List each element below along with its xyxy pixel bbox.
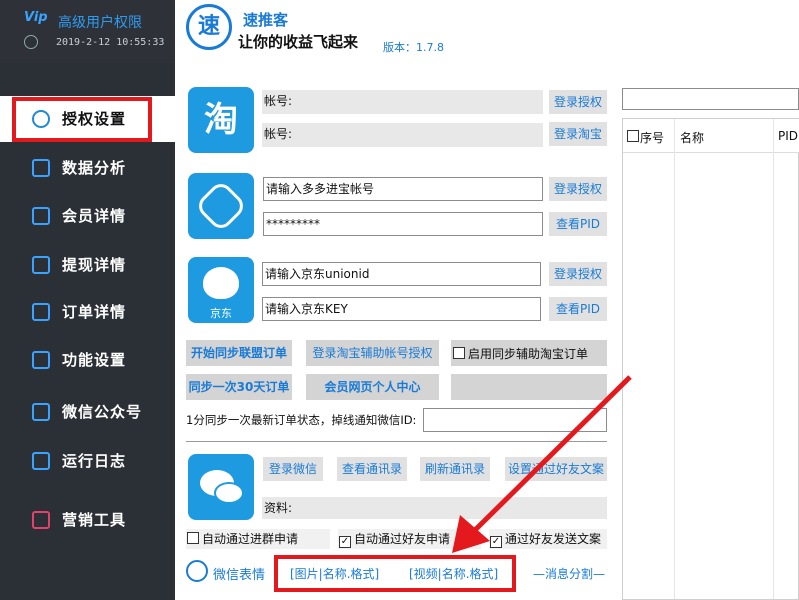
pdd-logo-icon	[188, 173, 254, 239]
wechat-tile	[186, 452, 256, 522]
clock-icon	[24, 35, 38, 49]
clipboard-icon	[32, 303, 50, 321]
vip-icon: Vip	[24, 10, 48, 25]
sidebar-item-label: 会员详情	[62, 207, 127, 225]
enable-aux-sync-checkbox[interactable]: 启用同步辅助淘宝订单	[451, 340, 607, 366]
checkbox-label: 启用同步辅助淘宝订单	[468, 347, 589, 361]
sidebar-item-label: 订单详情	[62, 303, 127, 321]
pdd-account-input[interactable]: 请输入多多进宝帐号	[263, 177, 543, 201]
login-aux-account-button[interactable]: 登录淘宝辅助帐号授权	[306, 340, 439, 366]
pdd-view-pid-button[interactable]: 查看PID	[549, 212, 607, 236]
sidebar-item-data-analysis[interactable]: 数据分析	[0, 145, 175, 191]
checkbox-label: 自动通过进群申请	[202, 532, 299, 546]
wechat-login-button[interactable]: 登录微信	[263, 457, 323, 481]
sidebar-item-label: 提现详情	[62, 256, 127, 274]
datetime: 2019-2-12 10:55:33	[56, 37, 165, 48]
chart-icon	[32, 159, 50, 177]
taobao-account-field: 帐号:	[262, 90, 543, 114]
sidebar-item-order-details[interactable]: 订单详情	[0, 289, 175, 335]
app-header: 速 速推客 让你的收益飞起来 版本：1.7.8	[175, 0, 799, 63]
select-all-checkbox[interactable]	[627, 130, 639, 142]
view-contacts-button[interactable]: 查看通讯录	[337, 457, 407, 481]
speaker-icon	[32, 452, 50, 470]
column-header[interactable]: PID	[778, 129, 798, 143]
smiley-icon	[186, 560, 208, 582]
bar-chart-icon	[32, 511, 50, 529]
wechat-public-icon	[32, 403, 50, 421]
sidebar-item-label: 营销工具	[62, 511, 127, 529]
app-logo: 速	[186, 4, 232, 50]
sidebar-header: Vip 高级用户权限 2019-2-12 10:55:33	[0, 0, 175, 63]
sidebar-item-wechat-public[interactable]: 微信公众号	[0, 389, 175, 435]
emoji-label[interactable]: 微信表情	[213, 564, 265, 583]
taobao-account2-field: 帐号:	[262, 123, 543, 147]
sync-30-days-button[interactable]: 同步一次30天订单	[186, 374, 292, 400]
member-center-button[interactable]: 会员网页个人中心	[306, 374, 439, 400]
edit-icon	[32, 207, 50, 225]
grid-search-icon	[32, 256, 50, 274]
checkmark-icon: ✓	[339, 536, 351, 548]
sidebar-item-withdraw-details[interactable]: 提现详情	[0, 242, 175, 288]
sidebar-item-label: 微信公众号	[62, 403, 143, 421]
app-version: 版本：1.7.8	[383, 41, 444, 54]
notify-label: 1分同步一次最新订单状态，掉线通知微信ID:	[186, 413, 417, 427]
message-split-link[interactable]: —消息分割—	[533, 565, 605, 582]
column-header[interactable]: 名称	[680, 129, 704, 146]
column-divider	[773, 119, 774, 599]
pdd-tile	[186, 171, 256, 241]
wechat-logo-icon	[188, 454, 254, 520]
jd-view-pid-button[interactable]: 查看PID	[549, 297, 607, 321]
taobao-login-button[interactable]: 登录淘宝	[549, 122, 607, 146]
taobao-tile: 淘	[186, 85, 256, 155]
jd-tile: 京东	[186, 255, 256, 325]
jd-key-input[interactable]: 请输入京东KEY	[262, 297, 541, 321]
checkbox-icon	[453, 347, 465, 359]
pdd-password-input[interactable]: *********	[263, 212, 543, 236]
sidebar-item-marketing-tools[interactable]: 营销工具	[0, 497, 175, 543]
arrow-annotation	[452, 375, 632, 553]
highlight-box	[12, 97, 152, 142]
taobao-login-auth-button[interactable]: 登录授权	[549, 90, 607, 114]
jd-unionid-input[interactable]: 请输入京东unionid	[262, 262, 541, 286]
app-slogan: 让你的收益飞起来	[238, 33, 359, 51]
chat-gear-icon	[32, 351, 50, 369]
sidebar-item-label: 运行日志	[62, 452, 127, 470]
jd-logo-icon: 京东	[188, 257, 254, 323]
sidebar-item-member-details[interactable]: 会员详情	[0, 193, 175, 239]
auto-group-checkbox[interactable]: 自动通过进群申请	[186, 529, 330, 549]
column-header[interactable]: 序号	[640, 129, 664, 146]
column-divider	[674, 119, 675, 599]
start-sync-button[interactable]: 开始同步联盟订单	[186, 340, 292, 366]
app-name: 速推客	[243, 11, 289, 29]
jd-login-auth-button[interactable]: 登录授权	[549, 262, 607, 286]
sidebar-item-run-log[interactable]: 运行日志	[0, 438, 175, 484]
pdd-login-auth-button[interactable]: 登录授权	[549, 177, 607, 201]
jd-logo-text: 京东	[210, 307, 232, 320]
search-input[interactable]	[622, 88, 799, 110]
taobao-logo-icon: 淘	[188, 87, 254, 153]
checkbox-icon	[187, 532, 199, 544]
sidebar-item-label: 数据分析	[62, 159, 127, 177]
sidebar-item-function-settings[interactable]: 功能设置	[0, 337, 175, 383]
user-level-title: 高级用户权限	[58, 15, 142, 31]
sidebar-item-label: 功能设置	[62, 351, 127, 369]
